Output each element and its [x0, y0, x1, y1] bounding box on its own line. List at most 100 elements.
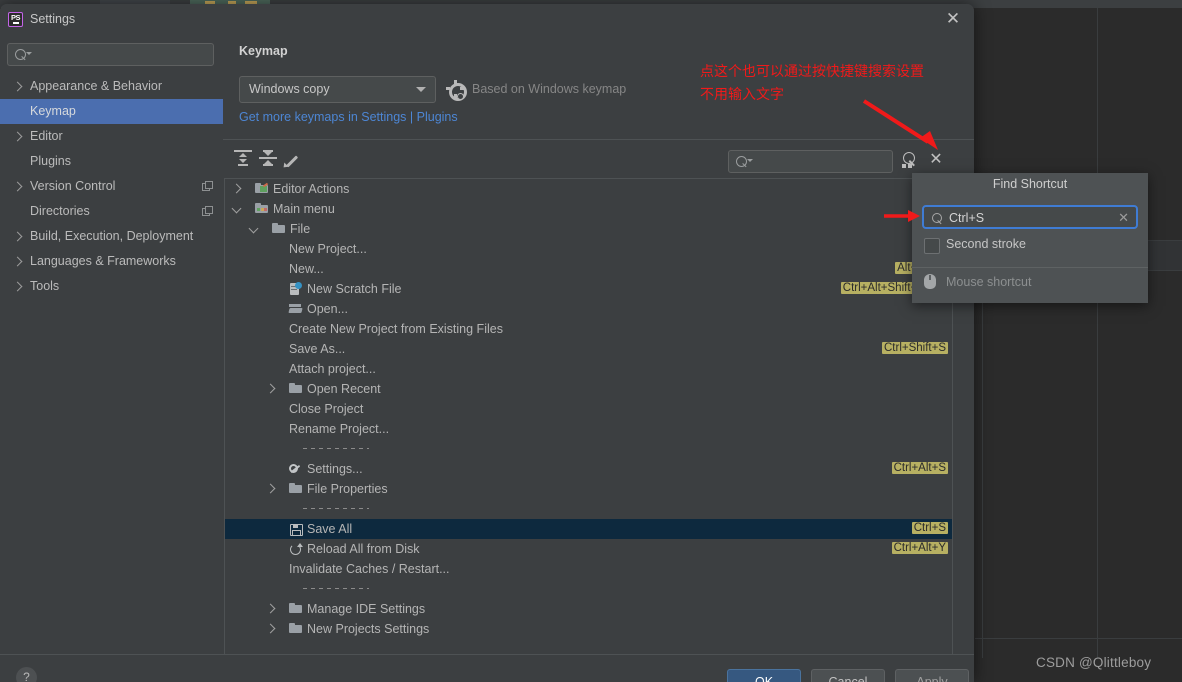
chevron-right-icon[interactable]: [231, 183, 242, 194]
keymap-select-value: Windows copy: [249, 82, 330, 96]
tree-row-label: New Project...: [289, 242, 367, 256]
sidebar-item-plugins[interactable]: Plugins: [0, 149, 223, 174]
find-shortcut-input[interactable]: Ctrl+S ✕: [922, 205, 1138, 229]
chevron-down-icon: [747, 159, 753, 162]
annotation-arrow-small: [884, 210, 920, 222]
sidebar-item-directories[interactable]: Directories: [0, 199, 223, 224]
apply-button[interactable]: Apply: [895, 669, 969, 682]
shortcut-badge: Ctrl+Alt+S: [891, 462, 948, 474]
chevron-right-icon[interactable]: [265, 383, 276, 394]
tree-row[interactable]: Main menu: [225, 199, 952, 219]
sidebar-item-label: Editor: [30, 129, 63, 143]
folder-menu-icon: [255, 203, 269, 215]
tree-row-label: File: [290, 222, 311, 236]
tree-row[interactable]: Settings... Ctrl+Alt+S: [225, 459, 952, 479]
ide-right-panel: [975, 8, 1182, 682]
chevron-down-icon[interactable]: [248, 223, 259, 234]
sidebar-item-label: Directories: [30, 204, 90, 218]
sidebar-item-appearance-behavior[interactable]: Appearance & Behavior: [0, 74, 223, 99]
tree-row-label: Rename Project...: [289, 422, 390, 436]
shortcut-badge: Ctrl+Shift+S: [882, 342, 948, 354]
clear-search-icon[interactable]: ✕: [926, 150, 946, 170]
clear-icon[interactable]: ✕: [1118, 210, 1129, 226]
based-on-label: Based on Windows keymap: [472, 82, 627, 96]
tree-row[interactable]: Manage IDE Settings: [225, 599, 952, 619]
tree-row[interactable]: Close Project: [225, 399, 952, 419]
sidebar-item-tools[interactable]: Tools: [0, 274, 223, 299]
separator-dashes: [303, 448, 369, 449]
tree-row-label: Invalidate Caches / Restart...: [289, 562, 450, 576]
keymap-tree[interactable]: Editor Actions Main menu File New Project..…: [224, 178, 953, 670]
collapse-all-icon[interactable]: [256, 146, 280, 170]
tree-separator: [225, 499, 952, 519]
tree-row-label: Main menu: [273, 202, 335, 216]
chevron-right-icon[interactable]: [12, 231, 23, 242]
tree-row[interactable]: New...Alt+Insert: [225, 259, 952, 279]
tree-row-label: Open Recent: [307, 382, 381, 396]
settings-sidebar: Appearance & Behavior Keymap Editor Plugins…: [0, 33, 223, 654]
sidebar-item-keymap[interactable]: Keymap: [0, 99, 223, 124]
chevron-right-icon[interactable]: [12, 81, 23, 92]
gear-icon[interactable]: [446, 80, 467, 101]
find-shortcut-value: Ctrl+S: [949, 211, 985, 225]
divider: [975, 638, 1182, 639]
chevron-right-icon[interactable]: [265, 603, 276, 614]
page-title: Keymap: [239, 44, 288, 58]
folder-icon: [289, 383, 303, 395]
sidebar-item-build-execution-deployment[interactable]: Build, Execution, Deployment: [0, 224, 223, 249]
annotation-line-1: 点这个也可以通过按快捷键搜索设置: [700, 64, 924, 80]
close-icon[interactable]: ✕: [942, 8, 964, 30]
tree-row-label: Save As...: [289, 342, 346, 356]
chevron-right-icon[interactable]: [265, 483, 276, 494]
shortcut-badge: Ctrl+S: [911, 522, 948, 534]
tree-row[interactable]: Editor Actions: [225, 179, 952, 199]
tree-row[interactable]: Save All Ctrl+S: [225, 519, 952, 539]
find-by-shortcut-icon[interactable]: [900, 151, 920, 171]
cancel-button[interactable]: Cancel: [811, 669, 885, 682]
chevron-down-icon[interactable]: [231, 203, 242, 214]
chevron-right-icon[interactable]: [265, 623, 276, 634]
tree-row[interactable]: Reload All from Disk Ctrl+Alt+Y: [225, 539, 952, 559]
tree-row[interactable]: Attach project...: [225, 359, 952, 379]
find-shortcut-popup: Find Shortcut Ctrl+S ✕ Second stroke Mou…: [912, 173, 1148, 303]
tree-row[interactable]: Open Recent: [225, 379, 952, 399]
tree-row-label: Manage IDE Settings: [307, 602, 426, 616]
tree-row[interactable]: File: [225, 219, 952, 239]
dialog-titlebar: PS Settings ✕: [0, 4, 974, 33]
sidebar-search-input[interactable]: [7, 43, 214, 66]
reload-icon: [289, 543, 303, 555]
sidebar-item-label: Build, Execution, Deployment: [30, 229, 194, 243]
tree-row[interactable]: New Project...: [225, 239, 952, 259]
edit-pencil-icon[interactable]: [281, 146, 305, 170]
get-more-keymaps-link[interactable]: Get more keymaps in Settings | Plugins: [239, 110, 458, 124]
sidebar-item-label: Appearance & Behavior: [30, 79, 163, 93]
copy-icon: [202, 206, 213, 216]
sidebar-item-label: Version Control: [30, 179, 116, 193]
tree-row-label: File Properties: [307, 482, 388, 496]
tree-row[interactable]: Create New Project from Existing Files: [225, 319, 952, 339]
expand-all-icon[interactable]: [231, 146, 255, 170]
keymap-search-input[interactable]: [728, 150, 893, 173]
tree-row[interactable]: File Properties: [225, 479, 952, 499]
second-stroke-label: Second stroke: [946, 237, 1026, 251]
chevron-right-icon[interactable]: [12, 181, 23, 192]
tree-row[interactable]: New Scratch File Ctrl+Alt+Shift+Insert: [225, 279, 952, 299]
chevron-right-icon[interactable]: [12, 131, 23, 142]
tree-row[interactable]: New Projects Settings: [225, 619, 952, 639]
chevron-right-icon[interactable]: [12, 256, 23, 267]
tree-row[interactable]: Invalidate Caches / Restart...: [225, 559, 952, 579]
help-icon[interactable]: ?: [16, 667, 37, 682]
copy-icon: [202, 181, 213, 191]
tree-row[interactable]: Open...: [225, 299, 952, 319]
tree-row[interactable]: Rename Project...: [225, 419, 952, 439]
chevron-right-icon[interactable]: [12, 281, 23, 292]
sidebar-item-languages-frameworks[interactable]: Languages & Frameworks: [0, 249, 223, 274]
sidebar-item-editor[interactable]: Editor: [0, 124, 223, 149]
sidebar-item-version-control[interactable]: Version Control: [0, 174, 223, 199]
ok-button[interactable]: OK: [727, 669, 801, 682]
second-stroke-checkbox[interactable]: [924, 238, 940, 254]
tree-row[interactable]: Save As... Ctrl+Shift+S: [225, 339, 952, 359]
divider: [912, 267, 1148, 268]
settings-dialog: PS Settings ✕ Appearance & Behavior Keyma…: [0, 4, 974, 682]
keymap-select[interactable]: Windows copy: [239, 76, 436, 103]
